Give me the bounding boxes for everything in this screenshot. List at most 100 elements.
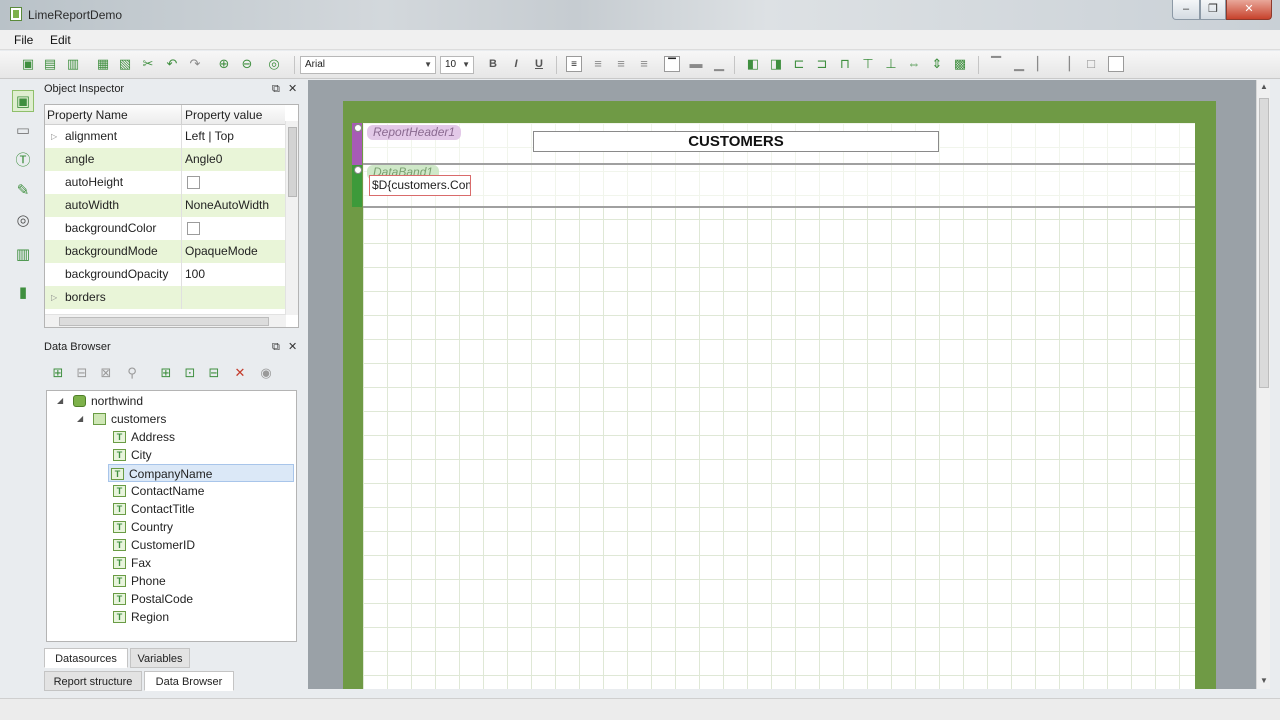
tree-node-field[interactable]: T Fax [111, 554, 157, 572]
add-datasource-icon[interactable]: ⊞ [158, 365, 174, 381]
copy-icon[interactable]: ▧ [117, 56, 133, 72]
field-text-item[interactable]: $D{customers.CompanyName} [369, 175, 471, 196]
title-text-item[interactable]: CUSTOMERS [533, 131, 939, 152]
bring-front-icon[interactable]: ◧ [745, 56, 761, 72]
close-icon[interactable]: ✕ [288, 338, 297, 356]
valign-bottom-icon[interactable]: ▁ [711, 56, 727, 72]
band-handle-icon[interactable] [354, 124, 362, 132]
minimize-button[interactable]: – [1172, 0, 1200, 20]
tree-node-connection[interactable]: northwind [71, 392, 149, 410]
cut-icon[interactable]: ✂ [140, 56, 156, 72]
valign-middle-icon[interactable]: ▬ [688, 56, 704, 72]
report-design-area[interactable]: ReportHeader1 CUSTOMERS DataBand1 $D{cus… [308, 80, 1256, 689]
shape-tool-icon[interactable]: ◎ [12, 210, 34, 232]
align-bottom-edges-icon[interactable]: ⊥ [883, 56, 899, 72]
valign-top-icon[interactable]: ▔ [664, 56, 680, 72]
new-report-icon[interactable]: ▣ [20, 56, 36, 72]
report-sheet[interactable]: ReportHeader1 CUSTOMERS DataBand1 $D{cus… [352, 123, 1195, 689]
background-color-swatch[interactable] [187, 222, 200, 235]
distribute-icon[interactable]: ▩ [952, 56, 968, 72]
expand-icon[interactable]: ▷ [51, 125, 57, 148]
tree-node-field[interactable]: T Region [111, 608, 175, 626]
tree-node-field-selected[interactable]: T CompanyName [108, 464, 294, 482]
inspector-horizontal-scrollbar[interactable] [45, 314, 286, 327]
align-justify-icon[interactable]: ≡ [636, 56, 652, 72]
property-row[interactable]: autoWidth NoneAutoWidth [45, 194, 285, 217]
all-borders-icon[interactable] [1108, 56, 1124, 72]
border-right-icon[interactable]: ▕ [1057, 56, 1073, 72]
property-value[interactable]: NoneAutoWidth [185, 194, 269, 217]
align-right-edges-icon[interactable]: ⊐ [814, 56, 830, 72]
select-tool-icon[interactable]: ▣ [12, 90, 34, 112]
border-left-icon[interactable]: ▏ [1034, 56, 1050, 72]
close-icon[interactable]: ✕ [288, 80, 297, 98]
tab-report-structure[interactable]: Report structure [44, 671, 142, 691]
tab-data-browser[interactable]: Data Browser [144, 671, 234, 691]
tree-node-field[interactable]: T PostalCode [111, 590, 199, 608]
save-icon[interactable]: ▤ [42, 56, 58, 72]
auto-height-checkbox[interactable] [187, 176, 200, 189]
align-center-icon[interactable]: ≡ [590, 56, 606, 72]
open-icon[interactable]: ▥ [65, 56, 81, 72]
new-page-icon[interactable]: ▦ [95, 56, 111, 72]
text-tool-icon[interactable]: Ⓣ [12, 150, 34, 172]
collapse-arrow-icon[interactable]: ◢ [77, 414, 83, 423]
rectangle-tool-icon[interactable]: ▭ [12, 120, 34, 142]
align-top-edges-icon[interactable]: ⊤ [860, 56, 876, 72]
close-button[interactable]: ✕ [1226, 0, 1272, 20]
barcode-tool-icon[interactable]: ▥ [12, 244, 34, 266]
tree-node-field[interactable]: T Country [111, 518, 179, 536]
property-row[interactable]: angle Angle0 [45, 148, 285, 171]
align-h-center-icon[interactable]: ⊓ [837, 56, 853, 72]
report-header-band[interactable]: ReportHeader1 CUSTOMERS [352, 123, 1195, 165]
property-row[interactable]: autoHeight [45, 171, 285, 194]
font-family-select[interactable]: Arial ▼ [300, 56, 436, 74]
maximize-button[interactable]: ❐ [1200, 0, 1226, 20]
scroll-thumb[interactable] [288, 127, 297, 197]
border-bottom-icon[interactable]: ▁ [1011, 56, 1027, 72]
band-handle-icon[interactable] [354, 166, 362, 174]
col-property-value[interactable]: Property value [185, 108, 262, 122]
property-row[interactable]: ▷ borders [45, 286, 285, 309]
property-row[interactable]: backgroundOpacity 100 [45, 263, 285, 286]
delete-datasource-icon[interactable]: ✕ [232, 365, 248, 381]
scroll-down-icon[interactable]: ▼ [1260, 676, 1268, 685]
tree-node-field[interactable]: T CustomerID [111, 536, 201, 554]
tab-variables[interactable]: Variables [130, 648, 190, 668]
same-height-icon[interactable]: ⇕ [929, 56, 945, 72]
zoom-in-icon[interactable]: ⊕ [216, 56, 232, 72]
menu-file[interactable]: File [14, 33, 33, 47]
design-vertical-scrollbar[interactable]: ▲ ▼ [1256, 80, 1270, 689]
tree-node-field[interactable]: T Address [111, 428, 181, 446]
italic-button[interactable]: I [508, 56, 524, 72]
float-icon[interactable]: ⧉ [272, 80, 280, 98]
no-borders-icon[interactable]: □ [1083, 56, 1099, 72]
edit-datasource-icon[interactable]: ⊡ [182, 365, 198, 381]
border-top-icon[interactable]: ▔ [988, 56, 1004, 72]
col-property-name[interactable]: Property Name [47, 108, 128, 122]
refresh-icon[interactable]: ◉ [258, 365, 274, 381]
scroll-thumb[interactable] [59, 317, 269, 326]
redo-icon[interactable]: ↷ [187, 56, 203, 72]
tree-node-field[interactable]: T ContactName [111, 482, 210, 500]
property-row[interactable]: backgroundMode OpaqueMode [45, 240, 285, 263]
add-connection-icon[interactable]: ⊞ [50, 365, 66, 381]
property-value[interactable]: Angle0 [185, 148, 222, 171]
align-right-icon[interactable]: ≡ [613, 56, 629, 72]
connect-icon[interactable]: ⚲ [124, 365, 140, 381]
menu-edit[interactable]: Edit [50, 33, 71, 47]
tree-node-field[interactable]: T City [111, 446, 158, 464]
property-value[interactable]: 100 [185, 263, 205, 286]
zoom-out-icon[interactable]: ⊖ [239, 56, 255, 72]
tree-node-field[interactable]: T ContactTitle [111, 500, 201, 518]
edit-connection-icon[interactable]: ⊟ [74, 365, 90, 381]
edit-tool-icon[interactable]: ✎ [12, 180, 34, 202]
align-left-edges-icon[interactable]: ⊏ [791, 56, 807, 72]
align-left-icon[interactable]: ≡ [566, 56, 582, 72]
delete-connection-icon[interactable]: ⊠ [98, 365, 114, 381]
send-back-icon[interactable]: ◨ [768, 56, 784, 72]
float-icon[interactable]: ⧉ [272, 338, 280, 356]
tree-node-field[interactable]: T Phone [111, 572, 172, 590]
scroll-thumb[interactable] [1259, 98, 1269, 388]
font-size-select[interactable]: 10 ▼ [440, 56, 474, 74]
